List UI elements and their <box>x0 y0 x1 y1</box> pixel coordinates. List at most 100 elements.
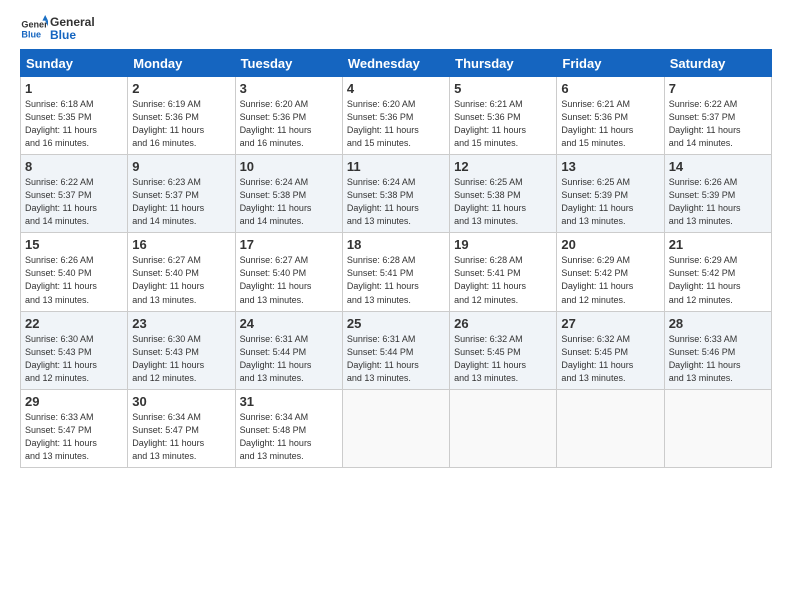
day-number: 30 <box>132 394 230 409</box>
day-info: Sunrise: 6:26 AM Sunset: 5:40 PM Dayligh… <box>25 254 123 306</box>
day-number: 11 <box>347 159 445 174</box>
day-info: Sunrise: 6:28 AM Sunset: 5:41 PM Dayligh… <box>454 254 552 306</box>
day-info: Sunrise: 6:22 AM Sunset: 5:37 PM Dayligh… <box>25 176 123 228</box>
day-number: 3 <box>240 81 338 96</box>
day-cell-16: 16 Sunrise: 6:27 AM Sunset: 5:40 PM Dayli… <box>128 233 235 311</box>
day-info: Sunrise: 6:28 AM Sunset: 5:41 PM Dayligh… <box>347 254 445 306</box>
day-info: Sunrise: 6:32 AM Sunset: 5:45 PM Dayligh… <box>561 333 659 385</box>
day-cell-19: 19 Sunrise: 6:28 AM Sunset: 5:41 PM Dayli… <box>450 233 557 311</box>
day-info: Sunrise: 6:29 AM Sunset: 5:42 PM Dayligh… <box>561 254 659 306</box>
day-cell-6: 6 Sunrise: 6:21 AM Sunset: 5:36 PM Daylig… <box>557 77 664 155</box>
day-cell-empty <box>557 389 664 467</box>
week-row-0: 1 Sunrise: 6:18 AM Sunset: 5:35 PM Daylig… <box>21 77 772 155</box>
day-cell-22: 22Sunrise: 6:30 AM Sunset: 5:43 PM Dayli… <box>21 311 128 389</box>
calendar: SundayMondayTuesdayWednesdayThursdayFrid… <box>20 49 772 468</box>
day-info: Sunrise: 6:21 AM Sunset: 5:36 PM Dayligh… <box>561 98 659 150</box>
day-cell-18: 18 Sunrise: 6:28 AM Sunset: 5:41 PM Dayli… <box>342 233 449 311</box>
day-cell-4: 4 Sunrise: 6:20 AM Sunset: 5:36 PM Daylig… <box>342 77 449 155</box>
week-row-1: 8 Sunrise: 6:22 AM Sunset: 5:37 PM Daylig… <box>21 155 772 233</box>
col-header-friday: Friday <box>557 50 664 77</box>
day-number: 29 <box>25 394 123 409</box>
day-cell-2: 2 Sunrise: 6:19 AM Sunset: 5:36 PM Daylig… <box>128 77 235 155</box>
day-cell-17: 17Sunrise: 6:27 AM Sunset: 5:40 PM Dayli… <box>235 233 342 311</box>
day-cell-29: 29 Sunrise: 6:33 AM Sunset: 5:47 PM Dayli… <box>21 389 128 467</box>
day-info: Sunrise: 6:20 AM Sunset: 5:36 PM Dayligh… <box>347 98 445 150</box>
day-cell-3: 3 Sunrise: 6:20 AM Sunset: 5:36 PM Daylig… <box>235 77 342 155</box>
day-cell-30: 30Sunrise: 6:34 AM Sunset: 5:47 PM Dayli… <box>128 389 235 467</box>
day-number: 16 <box>132 237 230 252</box>
col-header-monday: Monday <box>128 50 235 77</box>
day-cell-12: 12 Sunrise: 6:25 AM Sunset: 5:38 PM Dayli… <box>450 155 557 233</box>
day-cell-28: 28Sunrise: 6:33 AM Sunset: 5:46 PM Dayli… <box>664 311 771 389</box>
day-info: Sunrise: 6:26 AM Sunset: 5:39 PM Dayligh… <box>669 176 767 228</box>
col-header-saturday: Saturday <box>664 50 771 77</box>
day-cell-empty <box>664 389 771 467</box>
day-number: 10 <box>240 159 338 174</box>
day-cell-9: 9Sunrise: 6:23 AM Sunset: 5:37 PM Daylig… <box>128 155 235 233</box>
day-info: Sunrise: 6:19 AM Sunset: 5:36 PM Dayligh… <box>132 98 230 150</box>
week-row-2: 15 Sunrise: 6:26 AM Sunset: 5:40 PM Dayli… <box>21 233 772 311</box>
day-info: Sunrise: 6:24 AM Sunset: 5:38 PM Dayligh… <box>240 176 338 228</box>
day-number: 12 <box>454 159 552 174</box>
day-cell-14: 14Sunrise: 6:26 AM Sunset: 5:39 PM Dayli… <box>664 155 771 233</box>
header-row: SundayMondayTuesdayWednesdayThursdayFrid… <box>21 50 772 77</box>
day-cell-15: 15 Sunrise: 6:26 AM Sunset: 5:40 PM Dayli… <box>21 233 128 311</box>
day-cell-23: 23 Sunrise: 6:30 AM Sunset: 5:43 PM Dayli… <box>128 311 235 389</box>
day-info: Sunrise: 6:29 AM Sunset: 5:42 PM Dayligh… <box>669 254 767 306</box>
day-info: Sunrise: 6:34 AM Sunset: 5:48 PM Dayligh… <box>240 411 338 463</box>
header: General Blue General Blue <box>20 15 772 43</box>
day-number: 13 <box>561 159 659 174</box>
day-number: 31 <box>240 394 338 409</box>
week-row-4: 29 Sunrise: 6:33 AM Sunset: 5:47 PM Dayli… <box>21 389 772 467</box>
day-cell-1: 1 Sunrise: 6:18 AM Sunset: 5:35 PM Daylig… <box>21 77 128 155</box>
day-number: 25 <box>347 316 445 331</box>
col-header-tuesday: Tuesday <box>235 50 342 77</box>
day-cell-empty <box>342 389 449 467</box>
day-number: 6 <box>561 81 659 96</box>
day-info: Sunrise: 6:31 AM Sunset: 5:44 PM Dayligh… <box>240 333 338 385</box>
day-info: Sunrise: 6:27 AM Sunset: 5:40 PM Dayligh… <box>132 254 230 306</box>
col-header-wednesday: Wednesday <box>342 50 449 77</box>
svg-text:General: General <box>21 20 48 30</box>
logo-blue: Blue <box>50 29 95 42</box>
day-cell-7: 7Sunrise: 6:22 AM Sunset: 5:37 PM Daylig… <box>664 77 771 155</box>
day-cell-8: 8 Sunrise: 6:22 AM Sunset: 5:37 PM Daylig… <box>21 155 128 233</box>
day-number: 15 <box>25 237 123 252</box>
day-number: 18 <box>347 237 445 252</box>
day-number: 21 <box>669 237 767 252</box>
day-cell-27: 27 Sunrise: 6:32 AM Sunset: 5:45 PM Dayli… <box>557 311 664 389</box>
day-info: Sunrise: 6:25 AM Sunset: 5:38 PM Dayligh… <box>454 176 552 228</box>
day-number: 28 <box>669 316 767 331</box>
day-cell-10: 10 Sunrise: 6:24 AM Sunset: 5:38 PM Dayli… <box>235 155 342 233</box>
logo: General Blue General Blue <box>20 15 95 43</box>
day-number: 23 <box>132 316 230 331</box>
col-header-sunday: Sunday <box>21 50 128 77</box>
day-number: 27 <box>561 316 659 331</box>
page: General Blue General Blue SundayMondayTu… <box>0 0 792 612</box>
day-number: 2 <box>132 81 230 96</box>
day-number: 4 <box>347 81 445 96</box>
day-cell-26: 26 Sunrise: 6:32 AM Sunset: 5:45 PM Dayli… <box>450 311 557 389</box>
week-row-3: 22Sunrise: 6:30 AM Sunset: 5:43 PM Dayli… <box>21 311 772 389</box>
day-cell-empty <box>450 389 557 467</box>
day-info: Sunrise: 6:18 AM Sunset: 5:35 PM Dayligh… <box>25 98 123 150</box>
day-number: 24 <box>240 316 338 331</box>
day-cell-31: 31 Sunrise: 6:34 AM Sunset: 5:48 PM Dayli… <box>235 389 342 467</box>
day-info: Sunrise: 6:24 AM Sunset: 5:38 PM Dayligh… <box>347 176 445 228</box>
day-info: Sunrise: 6:32 AM Sunset: 5:45 PM Dayligh… <box>454 333 552 385</box>
col-header-thursday: Thursday <box>450 50 557 77</box>
svg-text:Blue: Blue <box>21 29 41 39</box>
day-number: 8 <box>25 159 123 174</box>
day-number: 20 <box>561 237 659 252</box>
day-info: Sunrise: 6:20 AM Sunset: 5:36 PM Dayligh… <box>240 98 338 150</box>
day-number: 26 <box>454 316 552 331</box>
day-info: Sunrise: 6:33 AM Sunset: 5:47 PM Dayligh… <box>25 411 123 463</box>
day-number: 1 <box>25 81 123 96</box>
day-number: 19 <box>454 237 552 252</box>
day-info: Sunrise: 6:30 AM Sunset: 5:43 PM Dayligh… <box>25 333 123 385</box>
day-cell-25: 25Sunrise: 6:31 AM Sunset: 5:44 PM Dayli… <box>342 311 449 389</box>
day-info: Sunrise: 6:22 AM Sunset: 5:37 PM Dayligh… <box>669 98 767 150</box>
day-info: Sunrise: 6:30 AM Sunset: 5:43 PM Dayligh… <box>132 333 230 385</box>
day-number: 5 <box>454 81 552 96</box>
day-cell-13: 13Sunrise: 6:25 AM Sunset: 5:39 PM Dayli… <box>557 155 664 233</box>
